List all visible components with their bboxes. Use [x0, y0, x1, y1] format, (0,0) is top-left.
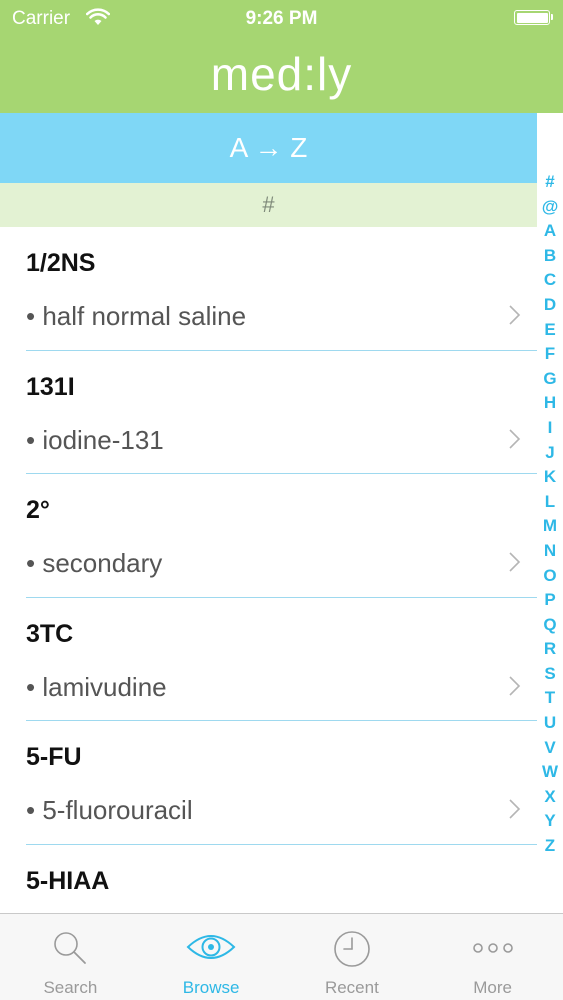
app-header: Carrier 9:26 PM med:ly [0, 0, 563, 113]
tab-browse[interactable]: Browse [141, 914, 282, 1000]
index-letter[interactable]: A [544, 219, 556, 244]
index-letter[interactable]: P [544, 588, 555, 613]
entry-term: 5-FU [26, 743, 82, 771]
battery-icon [514, 10, 553, 25]
index-letter[interactable]: X [544, 785, 555, 810]
index-letter[interactable]: U [544, 711, 556, 736]
index-letter[interactable]: V [544, 736, 555, 761]
tab-recent[interactable]: Recent [282, 914, 423, 1000]
index-letter[interactable]: N [544, 539, 556, 564]
index-letter[interactable]: Q [543, 613, 556, 638]
entry-meaning: • 5-fluorouracil [26, 795, 193, 825]
index-letter[interactable]: B [544, 244, 556, 269]
entry-meaning: • secondary [26, 548, 163, 578]
list-item[interactable]: 131I • iodine-131 [0, 351, 537, 474]
index-letter[interactable]: R [544, 637, 556, 662]
section-header: # [0, 183, 537, 227]
index-letter[interactable]: T [545, 686, 555, 711]
index-letter[interactable]: H [544, 391, 556, 416]
tab-more[interactable]: More [422, 914, 563, 1000]
eye-icon [186, 935, 236, 959]
tab-label: Browse [182, 978, 240, 997]
app-logo: med:ly [210, 48, 353, 100]
index-letter[interactable]: K [544, 465, 556, 490]
index-letter[interactable]: O [543, 564, 556, 589]
index-letter[interactable]: S [544, 662, 555, 687]
index-letter[interactable]: D [544, 293, 556, 318]
entry-term: 131I [26, 372, 75, 401]
tab-search[interactable]: Search [0, 914, 141, 1000]
entry-term: 5-HIAA [26, 866, 110, 895]
chevron-right-icon [509, 799, 521, 819]
status-bar: Carrier 9:26 PM [0, 0, 563, 38]
index-letter[interactable]: @ [542, 195, 559, 220]
tab-label: More [473, 978, 512, 997]
chevron-right-icon [509, 428, 521, 449]
abbreviation-list[interactable]: 1/2NS • half normal saline 131I • iodine… [0, 227, 537, 913]
tab-label: Recent [324, 978, 379, 997]
entry-term: 3TC [26, 619, 74, 648]
list-item[interactable]: 5-FU • 5-fluorouracil [0, 721, 537, 845]
entry-term: 2° [26, 496, 50, 524]
entry-term: 1/2NS [26, 249, 96, 277]
clock-time: 9:26 PM [245, 8, 318, 29]
index-letter[interactable]: M [543, 514, 557, 539]
chevron-right-icon [509, 552, 521, 572]
index-letter[interactable]: E [544, 318, 555, 343]
list-item[interactable]: 5-HIAA [0, 845, 537, 914]
index-letter[interactable]: I [548, 416, 553, 441]
index-letter[interactable]: W [542, 760, 558, 785]
tab-bar: Search Browse Recent More [0, 913, 563, 1000]
chevron-right-icon [509, 675, 521, 696]
tab-label: Search [43, 978, 98, 997]
search-icon [54, 932, 87, 964]
index-letter[interactable]: Z [545, 834, 555, 859]
entry-meaning: • iodine-131 [26, 424, 164, 455]
list-item[interactable]: 2° • secondary [0, 474, 537, 598]
index-letter[interactable]: L [545, 490, 555, 515]
list-item[interactable]: 1/2NS • half normal saline [0, 227, 537, 351]
index-letter[interactable]: G [543, 367, 556, 392]
section-index[interactable]: # @ A B C D E F G H I J K L M N O P Q R S T U V W X Y Z [537, 170, 563, 859]
index-letter[interactable]: F [545, 342, 555, 367]
clock-icon [334, 931, 370, 967]
sort-order-band[interactable]: A → Z [0, 113, 537, 183]
index-letter[interactable]: # [545, 170, 554, 195]
chevron-right-icon [509, 305, 521, 325]
entry-meaning: • lamivudine [26, 671, 167, 702]
index-letter[interactable]: Y [544, 809, 555, 834]
entry-meaning: • half normal saline [26, 301, 247, 331]
more-dots-icon [472, 943, 513, 953]
list-item[interactable]: 3TC • lamivudine [0, 598, 537, 721]
index-letter[interactable]: J [545, 441, 554, 466]
index-letter[interactable]: C [544, 268, 556, 293]
